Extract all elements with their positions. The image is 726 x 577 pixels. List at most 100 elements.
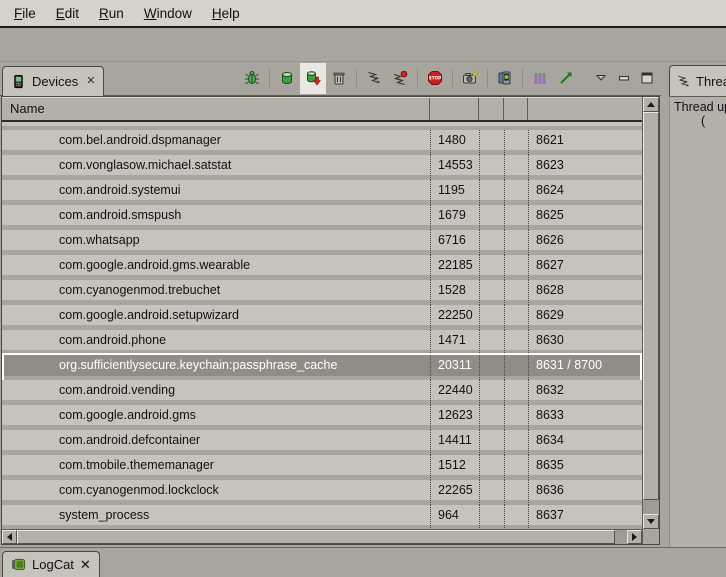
- threads-content: Thread up (: [669, 96, 726, 547]
- dump-hprof-icon[interactable]: [300, 63, 326, 94]
- process-name-cell: com.android.vending: [2, 380, 430, 405]
- process-name-cell: com.cyanogenmod.trebuchet: [2, 280, 430, 305]
- scrollbar-corner: [642, 529, 659, 544]
- menu-item-file[interactable]: File: [4, 6, 46, 21]
- column-header-pid[interactable]: [430, 98, 479, 120]
- table-row[interactable]: com.cyanogenmod.lockclock222658636: [2, 480, 642, 505]
- screenshot-icon[interactable]: [457, 63, 483, 94]
- empty-cell: [504, 230, 528, 255]
- table-row-partial[interactable]: [2, 122, 642, 126]
- scroll-down-button[interactable]: [643, 514, 659, 529]
- horizontal-scroll-thumb[interactable]: [17, 530, 615, 544]
- process-name-cell: org.sufficientlysecure.keychain:passphra…: [2, 355, 430, 380]
- column-header-empty[interactable]: [479, 98, 504, 120]
- scroll-right-button[interactable]: [627, 530, 642, 544]
- table-row[interactable]: com.google.android.gms.wearable221858627: [2, 255, 642, 280]
- panel-sash[interactable]: [661, 62, 669, 547]
- table-row[interactable]: com.android.vending224408632: [2, 380, 642, 405]
- stop-icon-text: STOP: [429, 76, 442, 81]
- process-name-cell: com.cyanogenmod.lockclock: [2, 480, 430, 505]
- empty-cell: [504, 255, 528, 280]
- process-name-cell: com.google.android.setupwizard: [2, 305, 430, 330]
- table-row-selected[interactable]: org.sufficientlysecure.keychain:passphra…: [2, 355, 642, 380]
- empty-cell: [479, 380, 504, 405]
- horizontal-scroll-track[interactable]: [615, 530, 627, 544]
- menu-item-help[interactable]: Help: [202, 6, 250, 21]
- menu-item-window[interactable]: Window: [134, 6, 202, 21]
- pid-cell: 12623: [430, 405, 479, 430]
- menu-item-run[interactable]: Run: [89, 6, 134, 21]
- threads-panel: Threa Thread up (: [669, 62, 726, 547]
- method-profiling-icon[interactable]: [387, 63, 413, 94]
- empty-cell: [479, 330, 504, 355]
- pid-cell: 22265: [430, 480, 479, 505]
- table-row[interactable]: com.android.smspush16798625: [2, 205, 642, 230]
- table-row[interactable]: com.google.android.setupwizard22250 8629: [2, 305, 642, 330]
- device-table: Name com.bel.android.dspmanager14808621c…: [1, 96, 660, 545]
- column-header-empty[interactable]: [504, 98, 528, 120]
- gc-icon[interactable]: [326, 63, 352, 94]
- threads-icon: [676, 74, 691, 89]
- table-row[interactable]: com.google.android.gms12623 8633: [2, 405, 642, 430]
- port-cell: 8634: [528, 430, 642, 455]
- opengl-trace-icon[interactable]: [553, 63, 579, 94]
- column-header-name[interactable]: Name: [2, 98, 430, 120]
- empty-cell: [479, 405, 504, 430]
- pid-cell: 1528: [430, 280, 479, 305]
- process-name-cell: com.google.android.gms: [2, 405, 430, 430]
- process-name-cell: com.google.android.gms.wearable: [2, 255, 430, 280]
- vertical-scrollbar[interactable]: [642, 97, 659, 529]
- update-threads-icon[interactable]: [361, 63, 387, 94]
- table-row[interactable]: com.vonglasow.michael.satstat145538623: [2, 155, 642, 180]
- port-cell: 8629: [528, 305, 642, 330]
- minimize-icon[interactable]: [612, 63, 635, 94]
- table-row[interactable]: com.android.systemui11958624: [2, 180, 642, 205]
- empty-cell: [504, 330, 528, 355]
- empty-cell: [504, 205, 528, 230]
- scroll-up-button[interactable]: [643, 97, 659, 112]
- pid-cell: 22250: [430, 305, 479, 330]
- empty-cell: [479, 480, 504, 505]
- process-name-cell: com.android.smspush: [2, 205, 430, 230]
- tab-threads[interactable]: Threa: [669, 65, 726, 96]
- table-row[interactable]: com.cyanogenmod.trebuchet15288628: [2, 280, 642, 305]
- horizontal-scrollbar[interactable]: [2, 529, 642, 544]
- tab-devices[interactable]: Devices ✕: [2, 66, 104, 96]
- menu-item-edit[interactable]: Edit: [46, 6, 89, 21]
- toolbar-separator: [269, 69, 270, 87]
- empty-cell: [479, 455, 504, 480]
- update-heap-icon[interactable]: [274, 63, 300, 94]
- table-row[interactable]: com.android.phone14718630: [2, 330, 642, 355]
- vertical-scroll-thumb[interactable]: [643, 112, 659, 500]
- process-name-cell: com.android.systemui: [2, 180, 430, 205]
- table-row[interactable]: system_process9648637: [2, 505, 642, 529]
- view-menu-icon[interactable]: [589, 63, 612, 94]
- close-icon[interactable]: ✕: [80, 557, 91, 573]
- port-cell: 8633: [528, 405, 642, 430]
- stop-icon[interactable]: STOP: [422, 63, 448, 94]
- systrace-icon[interactable]: [527, 63, 553, 94]
- close-icon[interactable]: ✕: [86, 76, 95, 87]
- debug-icon[interactable]: [239, 63, 265, 94]
- tab-logcat[interactable]: LogCat ✕: [2, 551, 100, 577]
- empty-cell: [479, 205, 504, 230]
- devices-tabbar: Devices ✕: [0, 62, 661, 96]
- scroll-left-button[interactable]: [2, 530, 17, 544]
- tab-logcat-label: LogCat: [32, 557, 74, 572]
- toolbar-separator: [356, 69, 357, 87]
- process-name-cell: com.android.phone: [2, 330, 430, 355]
- table-row[interactable]: com.android.defcontainer144118634: [2, 430, 642, 455]
- maximize-icon[interactable]: [635, 63, 658, 94]
- devices-panel: Devices ✕: [0, 62, 661, 547]
- table-row[interactable]: com.tmobile.thememanager15128635: [2, 455, 642, 480]
- vertical-scroll-track[interactable]: [643, 500, 659, 514]
- pid-cell: 964: [430, 505, 479, 529]
- device-stack-icon[interactable]: [492, 63, 518, 94]
- table-row[interactable]: com.whatsapp67168626: [2, 230, 642, 255]
- column-header-port[interactable]: [528, 98, 642, 120]
- threads-message-line2: (: [674, 114, 726, 128]
- empty-cell: [504, 355, 528, 380]
- table-row[interactable]: com.bel.android.dspmanager14808621: [2, 130, 642, 155]
- threads-tabbar: Threa: [669, 62, 726, 96]
- toolbar-separator: [487, 69, 488, 87]
